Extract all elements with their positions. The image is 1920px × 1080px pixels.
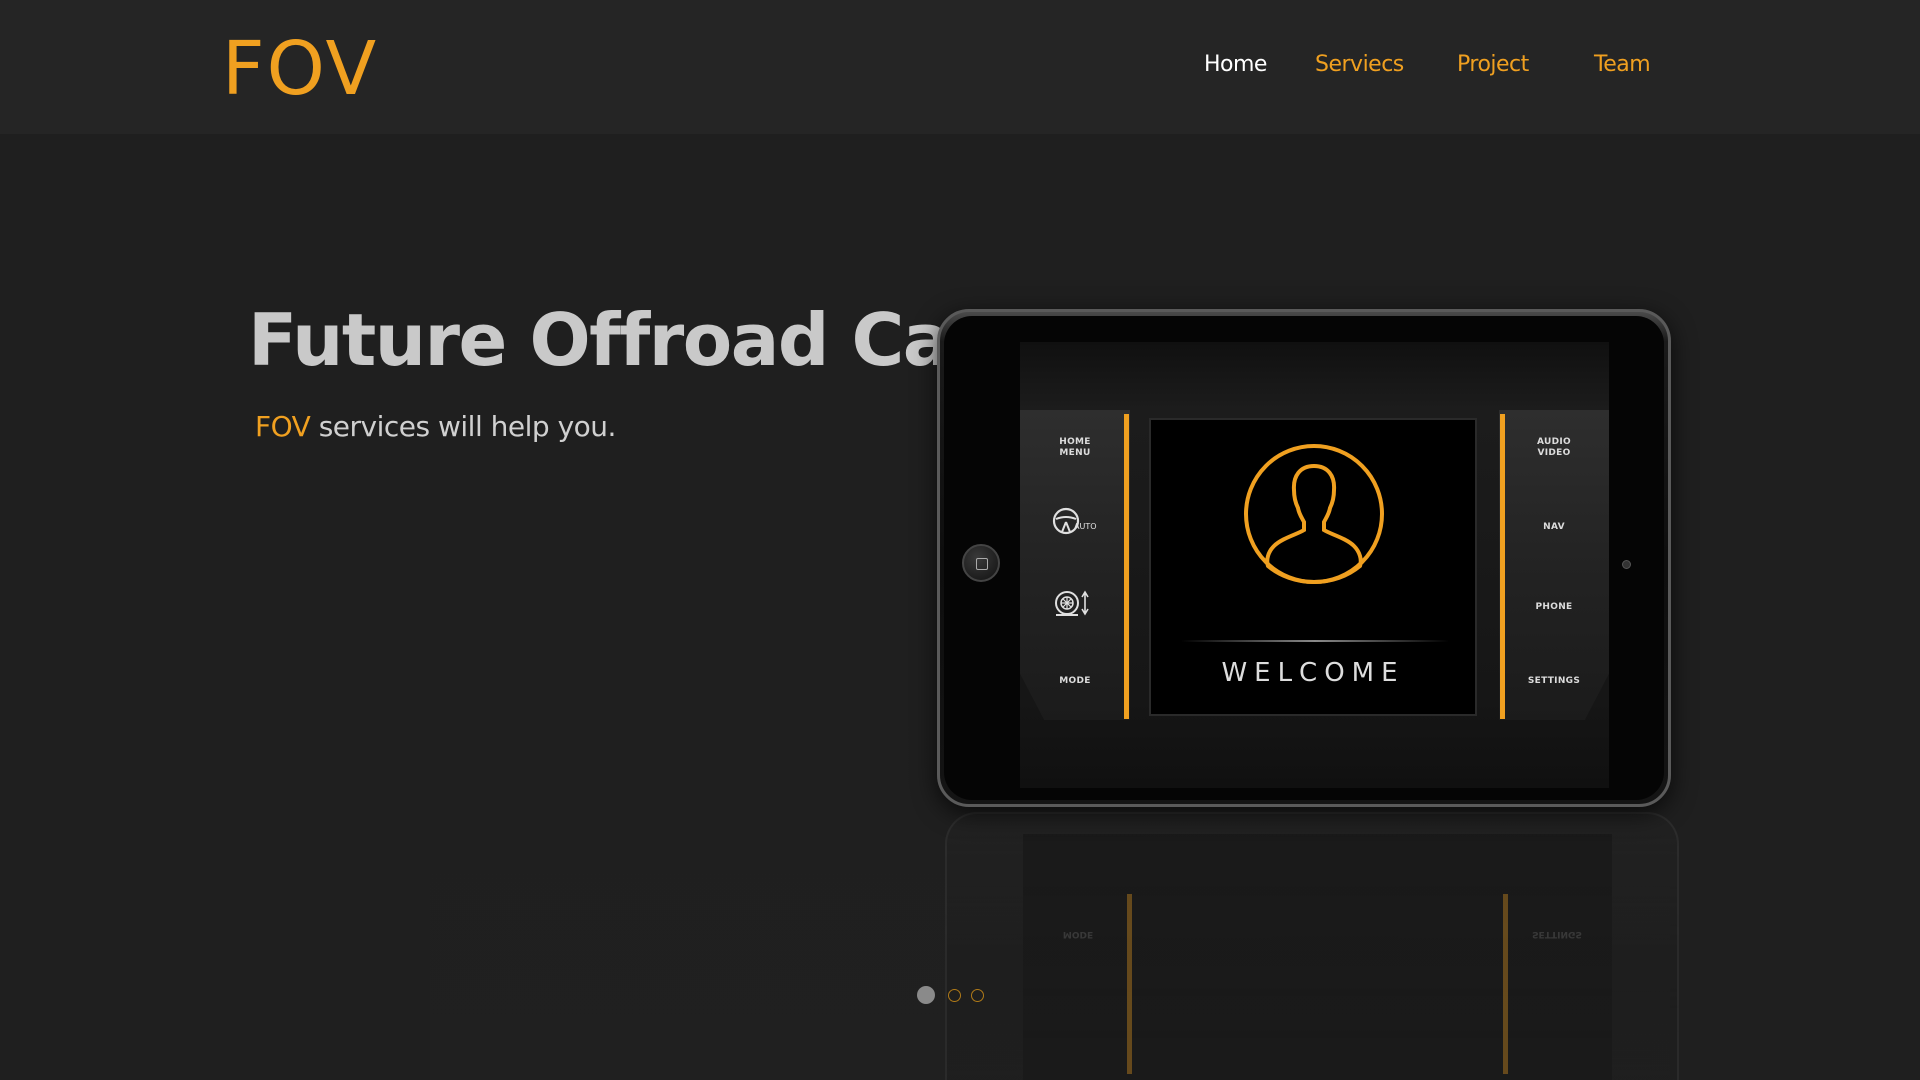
tablet-bezel: HOME MENU AUTO MODE WELCOME AUDIO VIDEO …	[944, 316, 1664, 800]
home-menu-label-1: HOME	[1059, 437, 1091, 447]
reflection-accent-left	[1127, 894, 1132, 1074]
wheel-adjust-button[interactable]	[1020, 587, 1130, 623]
hero-subtitle-text: services will help you.	[310, 410, 617, 443]
left-accent-bar	[1124, 414, 1129, 719]
tablet-camera	[1622, 560, 1631, 569]
auto-drive-button[interactable]: AUTO	[1020, 505, 1130, 541]
home-menu-button[interactable]: HOME MENU	[1020, 437, 1130, 459]
reflection-settings-label: SETTINGS	[1532, 929, 1582, 939]
center-display: WELCOME	[1149, 418, 1477, 716]
tablet-device: HOME MENU AUTO MODE WELCOME AUDIO VIDEO …	[937, 309, 1671, 807]
tablet-home-button	[962, 544, 1000, 582]
slider-dot-1[interactable]	[917, 986, 935, 1004]
hero-title: Future Offroad Car	[248, 298, 985, 382]
welcome-divider	[1181, 640, 1449, 642]
home-menu-label-2: MENU	[1059, 448, 1091, 458]
reflection-screen	[1023, 834, 1612, 1080]
nav-project[interactable]: Project	[1457, 52, 1529, 77]
nav-services[interactable]: Serviecs	[1315, 52, 1404, 77]
site-header: FOV Home Serviecs Project Team	[0, 0, 1920, 134]
nav-home[interactable]: Home	[1204, 52, 1267, 77]
user-avatar-icon	[1244, 444, 1384, 585]
slider-dot-3[interactable]	[971, 989, 984, 1002]
audio-video-label-1: AUDIO	[1537, 437, 1571, 447]
steering-wheel-icon: AUTO	[1052, 507, 1097, 535]
auto-label: AUTO	[1074, 522, 1097, 531]
audio-video-label-2: VIDEO	[1537, 448, 1571, 458]
phone-button[interactable]: PHONE	[1499, 602, 1609, 613]
page: FOV Home Serviecs Project Team Future Of…	[0, 0, 1920, 1080]
nav-button[interactable]: NAV	[1499, 522, 1609, 533]
wheel-adjust-icon	[1055, 590, 1089, 616]
right-accent-bar	[1500, 414, 1505, 719]
welcome-text: WELCOME	[1221, 658, 1405, 688]
mode-button[interactable]: MODE	[1020, 676, 1130, 687]
hero-subtitle: FOV services will help you.	[255, 410, 616, 443]
reflection-mode-label: MODE	[1062, 929, 1094, 939]
slider-dot-2[interactable]	[948, 989, 961, 1002]
tablet-reflection: MODE SETTINGS	[945, 812, 1679, 1080]
reflection-accent-right	[1503, 894, 1508, 1074]
settings-button[interactable]: SETTINGS	[1499, 676, 1609, 687]
tablet-screen: HOME MENU AUTO MODE WELCOME AUDIO VIDEO …	[1020, 342, 1609, 788]
audio-video-button[interactable]: AUDIO VIDEO	[1499, 437, 1609, 459]
main-nav: Home Serviecs Project Team	[0, 52, 1920, 82]
hero-subtitle-brand: FOV	[255, 410, 311, 443]
nav-team[interactable]: Team	[1594, 52, 1651, 77]
